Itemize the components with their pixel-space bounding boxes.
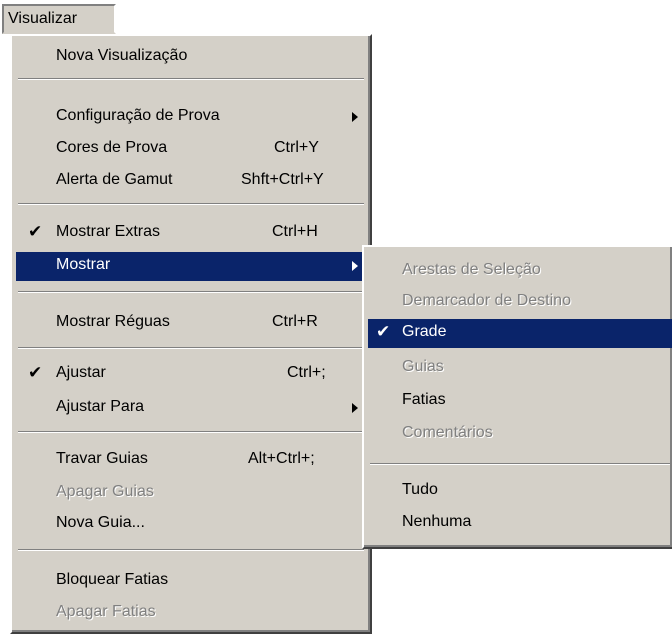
menu-item-label: Grade [402, 323, 447, 340]
menu-item-label: Nova Guia... [56, 514, 145, 531]
submenu-item-grade[interactable]: ✔ Grade [368, 319, 672, 348]
menu-separator [18, 203, 364, 205]
submenu-item-comentarios[interactable]: Comentários [368, 420, 672, 449]
submenu-arrow-icon [352, 261, 358, 271]
menu-item-label: Alerta de Gamut [56, 171, 173, 188]
menu-visualizar-label: Visualizar [8, 10, 78, 27]
submenu-item-guias[interactable]: Guias [368, 354, 672, 383]
menu-item-label: Arestas de Seleção [402, 261, 541, 278]
menu-item-label: Mostrar Extras [56, 223, 161, 240]
menu-separator [18, 431, 364, 433]
submenu-arrow-icon [352, 403, 358, 413]
submenu-item-nenhuma[interactable]: Nenhuma [368, 509, 672, 538]
submenu-arrow-icon [352, 112, 358, 122]
submenu-item-tudo[interactable]: Tudo [368, 477, 672, 506]
menu-item-label: Apagar Guias [56, 483, 154, 500]
menu-item-shortcut: Alt+Ctrl+; [248, 450, 315, 467]
menu-item-alerta-de-gamut[interactable]: Alerta de Gamut Shft+Ctrl+Y [16, 167, 366, 196]
menu-item-cores-de-prova[interactable]: Cores de Prova Ctrl+Y [16, 135, 366, 164]
menu-visualizar[interactable]: Visualizar [2, 4, 116, 34]
menu-item-mostrar[interactable]: Mostrar [16, 252, 366, 281]
menu-item-label: Nenhuma [402, 513, 472, 530]
menu-separator [18, 549, 364, 551]
menu-item-label: Ajustar [56, 364, 106, 381]
menu-item-nova-guia[interactable]: Nova Guia... [16, 510, 366, 539]
menu-item-bloquear-fatias[interactable]: Bloquear Fatias [16, 567, 366, 596]
menu-item-apagar-guias[interactable]: Apagar Guias [16, 479, 366, 508]
menu-item-label: Fatias [402, 391, 446, 408]
mostrar-submenu: Arestas de Seleção Demarcador de Destino… [362, 245, 672, 549]
menu-item-label: Demarcador de Destino [402, 292, 571, 309]
menu-item-label: Mostrar [56, 256, 111, 273]
visualizar-dropdown-menu: Nova Visualização Configuração de Prova … [10, 34, 372, 634]
menu-item-label: Mostrar Réguas [56, 313, 170, 330]
menu-item-label: Travar Guias [56, 450, 148, 467]
menu-item-label: Apagar Fatias [56, 603, 156, 620]
menu-item-nova-visualizacao[interactable]: Nova Visualização [16, 43, 366, 72]
menu-item-ajustar-para[interactable]: Ajustar Para [16, 394, 366, 423]
menu-separator [18, 291, 364, 293]
menu-item-label: Ajustar Para [56, 398, 145, 415]
menu-item-shortcut: Ctrl+; [287, 364, 326, 381]
menu-separator [18, 347, 364, 349]
menu-item-configuracao-de-prova[interactable]: Configuração de Prova [16, 103, 366, 132]
submenu-item-demarcador-de-destino[interactable]: Demarcador de Destino [368, 288, 672, 317]
check-icon: ✔ [376, 322, 391, 341]
menu-item-label: Nova Visualização [56, 47, 188, 64]
submenu-item-fatias[interactable]: Fatias [368, 387, 672, 416]
menu-item-ajustar[interactable]: ✔ Ajustar Ctrl+; [16, 360, 366, 389]
menu-separator [370, 463, 670, 465]
menu-item-label: Comentários [402, 424, 493, 441]
submenu-item-arestas-de-selecao[interactable]: Arestas de Seleção [368, 257, 672, 286]
menu-item-label: Bloquear Fatias [56, 571, 169, 588]
menu-item-shortcut: Shft+Ctrl+Y [241, 171, 324, 188]
check-icon: ✔ [28, 222, 43, 241]
menu-item-label: Cores de Prova [56, 139, 168, 156]
check-icon: ✔ [28, 363, 43, 382]
menu-item-shortcut: Ctrl+R [272, 313, 318, 330]
menu-item-shortcut: Ctrl+Y [274, 139, 319, 156]
menu-item-shortcut: Ctrl+H [272, 223, 318, 240]
menu-item-label: Tudo [402, 481, 438, 498]
menu-item-mostrar-reguas[interactable]: Mostrar Réguas Ctrl+R [16, 309, 366, 338]
menu-separator [18, 78, 364, 80]
menu-item-apagar-fatias[interactable]: Apagar Fatias [16, 599, 366, 628]
menu-item-label: Configuração de Prova [56, 107, 220, 124]
menu-item-label: Guias [402, 358, 444, 375]
menu-item-mostrar-extras[interactable]: ✔ Mostrar Extras Ctrl+H [16, 219, 366, 248]
menu-item-travar-guias[interactable]: Travar Guias Alt+Ctrl+; [16, 446, 366, 475]
